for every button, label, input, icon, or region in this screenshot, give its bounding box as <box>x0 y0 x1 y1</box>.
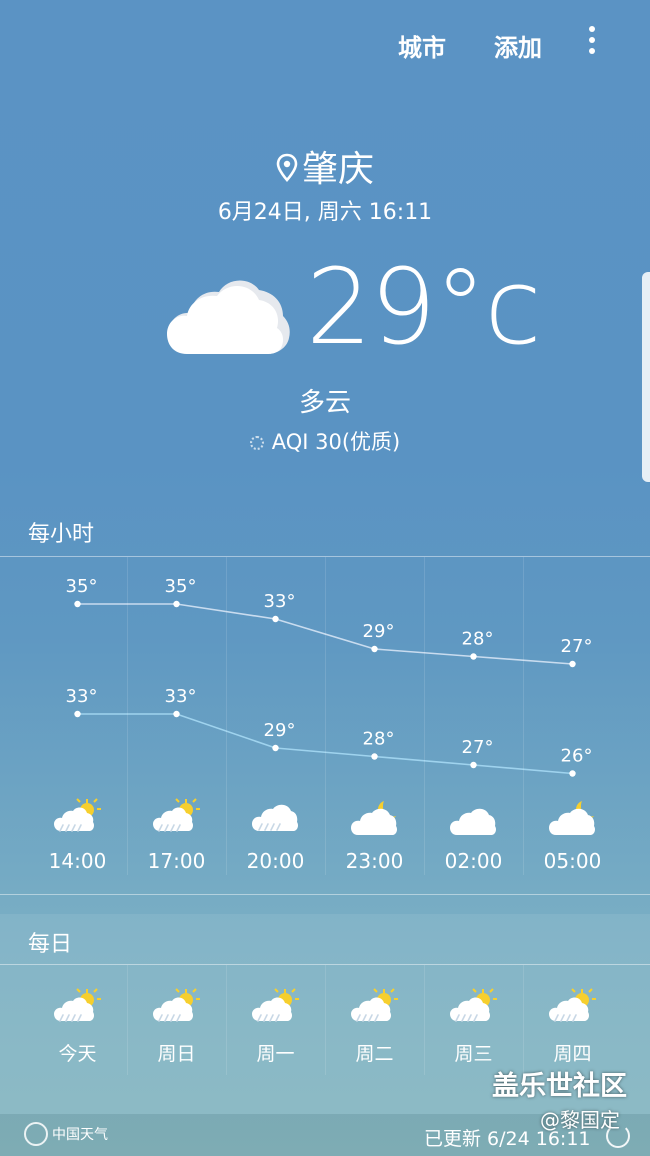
low-temp-point <box>470 761 477 769</box>
day-label: 周四 <box>553 1043 592 1065</box>
partly-sunny-rain-icon <box>350 987 400 1031</box>
partly-sunny-rain-icon <box>251 987 301 1031</box>
location-header: 肇庆 <box>0 140 650 192</box>
divider <box>0 894 650 895</box>
high-temp-point <box>74 600 81 608</box>
day-label: 周日 <box>157 1043 196 1065</box>
low-temp-point <box>569 770 576 777</box>
city-button[interactable]: 城市 <box>398 28 446 63</box>
provider-seal-icon <box>24 1122 48 1146</box>
low-temp-label: 26° <box>561 746 593 767</box>
partly-sunny-rain-icon <box>152 797 202 841</box>
partly-sunny-rain-icon <box>548 987 598 1031</box>
day-label: 今天 <box>58 1043 97 1065</box>
column-separator <box>226 557 227 875</box>
city-name: 肇庆 <box>301 149 374 190</box>
low-temp-label: 27° <box>462 737 494 758</box>
column-separator <box>424 557 425 875</box>
low-temp-label: 33° <box>165 686 197 707</box>
day-label: 周三 <box>454 1043 493 1065</box>
current-temperature: 29°c <box>306 246 542 368</box>
hourly-title: 每小时 <box>28 522 95 547</box>
date-time: 6月24日, 周六 16:11 <box>217 200 433 225</box>
low-temp-point <box>173 710 180 718</box>
high-temp-point <box>272 615 279 623</box>
more-vert-icon[interactable] <box>582 26 602 62</box>
high-temp-point <box>371 645 378 653</box>
hour-time-label: 20:00 <box>246 849 305 873</box>
provider-logo[interactable]: 中国天气 <box>24 1122 108 1146</box>
location-pin-icon <box>276 153 298 182</box>
daily-title: 每日 <box>28 932 73 957</box>
column-separator <box>523 557 524 875</box>
day-label: 周一 <box>256 1043 295 1065</box>
add-button[interactable]: 添加 <box>494 28 542 63</box>
low-temp-point <box>272 744 279 752</box>
partly-sunny-rain-icon <box>449 987 499 1031</box>
watermark-author: @黎国定 <box>540 1108 620 1132</box>
high-temp-label: 27° <box>561 636 593 657</box>
edge-panel-handle[interactable] <box>642 272 650 482</box>
high-temp-label: 28° <box>462 629 494 650</box>
hour-time-label: 02:00 <box>444 849 503 873</box>
cloudy-night-icon <box>350 797 400 841</box>
hour-time-label: 17:00 <box>147 849 206 873</box>
low-temp-point <box>74 710 81 718</box>
watermark-title: 盖乐世社区 <box>492 1071 627 1102</box>
high-temp-point <box>569 660 576 668</box>
partly-sunny-rain-icon <box>53 797 103 841</box>
high-temp-point <box>173 600 180 608</box>
aqi-icon <box>249 436 264 450</box>
hour-time-label: 23:00 <box>345 849 404 873</box>
high-temp-label: 29° <box>363 621 395 642</box>
column-separator <box>127 557 128 875</box>
cloud-icon <box>449 797 499 841</box>
hour-time-label: 14:00 <box>48 849 107 873</box>
weather-condition: 多云 <box>298 388 351 418</box>
high-temp-label: 33° <box>264 591 296 612</box>
high-temp-label: 35° <box>66 576 98 597</box>
low-temp-label: 28° <box>363 729 395 750</box>
partly-sunny-rain-icon <box>53 987 103 1031</box>
high-temp-label: 35° <box>165 576 197 597</box>
aqi-text: AQI 30(优质) <box>271 430 401 454</box>
cloud-icon <box>167 280 290 354</box>
low-temp-label: 29° <box>264 720 296 741</box>
cloud-rain-icon <box>251 797 301 841</box>
low-temp-point <box>371 753 378 760</box>
cloudy-night-icon <box>548 797 598 841</box>
day-label: 周二 <box>355 1043 394 1065</box>
column-separator <box>325 557 326 875</box>
hourly-forecast[interactable]: 35° 35° 33° 29° 28° 27° 33° 33° 29° 28° 27° 26° 14:… <box>28 557 622 894</box>
hour-time-label: 05:00 <box>543 849 602 873</box>
low-temp-label: 33° <box>66 686 98 707</box>
high-temp-point <box>470 653 477 660</box>
aqi-indicator: AQI 30(优质) <box>0 426 650 456</box>
top-bar: 城市 添加 <box>0 0 650 90</box>
partly-sunny-rain-icon <box>152 987 202 1031</box>
